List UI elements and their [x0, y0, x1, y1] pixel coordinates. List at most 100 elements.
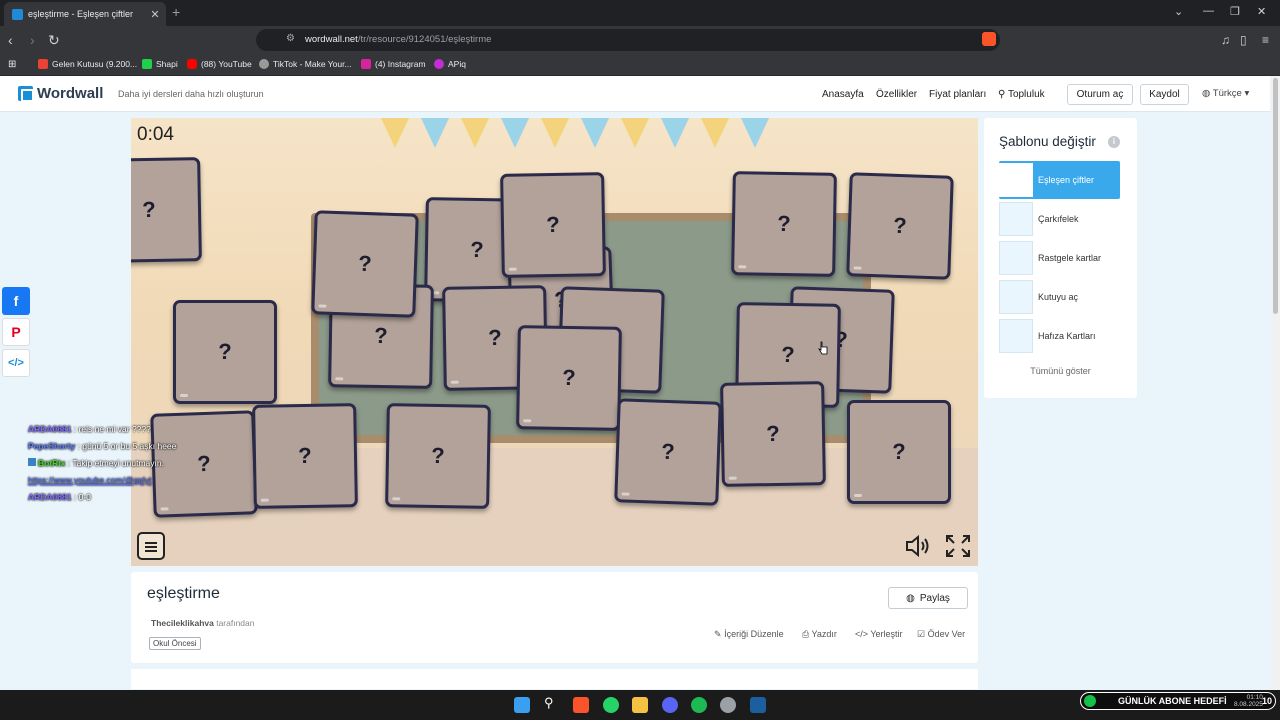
fullscreen-icon[interactable] — [945, 534, 971, 558]
template-panel: Şablonu değiştir i Eşleşen çiftler Çarkı… — [984, 118, 1137, 398]
tagline: Daha iyi dersleri daha hızlı oluşturun — [118, 89, 264, 99]
embed-share-icon[interactable]: </> — [2, 349, 30, 377]
instagram-icon — [361, 59, 371, 69]
memory-card[interactable]: ? — [847, 400, 951, 504]
pinterest-share-icon[interactable]: P — [2, 318, 30, 346]
browser-tab[interactable]: eşleştirme - Eşleşen çiftler ✕ — [4, 2, 166, 26]
template-open-box[interactable]: Kutuyu aç — [999, 278, 1120, 316]
reload-icon[interactable]: ↻ — [48, 32, 60, 48]
search-icon: ⚲ — [998, 89, 1006, 100]
register-button[interactable]: Kaydol — [1140, 84, 1189, 105]
memory-card[interactable]: ? — [731, 171, 837, 277]
activity-author: Thecileklikahva tarafından — [151, 618, 255, 628]
page-scrollbar[interactable] — [1271, 76, 1280, 690]
bookmark-youtube[interactable]: (88) YouTube — [187, 59, 252, 69]
back-icon[interactable]: ‹ — [8, 32, 13, 48]
whatsapp-icon[interactable] — [603, 697, 619, 713]
bunting-decoration — [381, 118, 801, 168]
bookmark-tiktok[interactable]: TikTok - Make Your... — [259, 59, 352, 69]
memory-card[interactable]: ? — [516, 325, 622, 431]
memory-card[interactable]: ? — [131, 157, 202, 263]
sidebar-icon[interactable]: ▯ — [1240, 33, 1247, 47]
memory-card[interactable]: ? — [385, 403, 491, 509]
nav-home[interactable]: Anasayfa — [822, 89, 864, 100]
activity-title: eşleştirme — [147, 585, 220, 602]
globe-icon: ◍ — [906, 592, 915, 604]
discord-icon[interactable] — [662, 697, 678, 713]
site-info-icon[interactable]: ⚙ — [286, 33, 295, 44]
memory-card[interactable]: ? — [173, 300, 277, 404]
language-select[interactable]: ◍ Türkçe ▾ — [1202, 88, 1249, 99]
template-wheel[interactable]: Çarkıfelek — [999, 200, 1120, 238]
category-tag[interactable]: Okul Öncesi — [149, 637, 201, 650]
template-matching-pairs[interactable]: Eşleşen çiftler — [999, 161, 1120, 199]
nav-pricing[interactable]: Fiyat planları — [929, 89, 986, 100]
sound-icon[interactable] — [905, 534, 931, 558]
windows-start-icon[interactable] — [514, 697, 530, 713]
gmail-icon — [38, 59, 48, 69]
globe-icon: ◍ — [1202, 88, 1211, 99]
caret-down-icon: ▾ — [1244, 88, 1250, 99]
hand-cursor-icon — [818, 341, 828, 355]
chat-link: https://www.youtube.com/@gplyt — [28, 475, 152, 485]
menu-icon[interactable]: ≡ — [1262, 33, 1269, 47]
game-menu-button[interactable] — [137, 532, 165, 560]
login-button[interactable]: Oturum aç — [1067, 84, 1133, 105]
pencil-icon: ✎ — [714, 629, 722, 639]
memory-card[interactable]: ? — [311, 210, 419, 318]
template-random-cards[interactable]: Rastgele kartlar — [999, 239, 1120, 277]
matching-pairs-icon — [999, 163, 1033, 197]
brave-shield-icon[interactable] — [982, 32, 996, 46]
brave-icon[interactable] — [573, 697, 589, 713]
memory-card[interactable]: ? — [720, 381, 826, 487]
url-bar[interactable]: ⚙ wordwall.net/tr/resource/9124051/eşleş… — [256, 29, 1000, 51]
memory-card[interactable]: ? — [846, 172, 954, 280]
maximize-icon[interactable]: ❐ — [1230, 5, 1240, 18]
memory-card[interactable]: ? — [500, 172, 606, 278]
game-area[interactable]: 0:04 ? ? ? ? ? ? ? ? ? ? ? ? ? ? ? ? ? ?… — [131, 118, 978, 566]
new-tab-button[interactable]: + — [172, 4, 180, 20]
bookmarks-bar: ⊞ Gelen Kutusu (9.200... Shapi (88) YouT… — [0, 54, 1280, 76]
bookmark-apiq[interactable]: APiq — [434, 59, 466, 69]
bookmark-gmail[interactable]: Gelen Kutusu (9.200... — [38, 59, 137, 69]
print-button[interactable]: ⎙ Yazdır — [802, 629, 837, 640]
panel-title: Şablonu değiştir — [999, 134, 1096, 149]
minimize-icon[interactable]: — — [1203, 5, 1214, 17]
shapi-icon — [142, 59, 152, 69]
bookmark-instagram[interactable]: (4) Instagram — [361, 59, 426, 69]
file-explorer-icon[interactable] — [632, 697, 648, 713]
apps-grid-icon[interactable]: ⊞ — [8, 59, 16, 70]
bookmark-shapi[interactable]: Shapi — [142, 59, 178, 69]
facebook-share-icon[interactable]: f — [2, 287, 30, 315]
memory-card[interactable]: ? — [614, 398, 722, 506]
game-timer: 0:04 — [137, 124, 174, 145]
apiq-icon — [434, 59, 444, 69]
settings-icon[interactable] — [720, 697, 736, 713]
media-icon[interactable]: ♫ — [1221, 33, 1230, 47]
embed-button[interactable]: </> Yerleştir — [855, 629, 903, 639]
tiktok-icon — [259, 59, 269, 69]
flash-cards-icon — [999, 319, 1033, 353]
steam-icon[interactable] — [750, 697, 766, 713]
forward-icon[interactable]: › — [30, 32, 35, 48]
close-window-icon[interactable]: ✕ — [1257, 5, 1266, 18]
nav-features[interactable]: Özellikler — [876, 89, 917, 100]
info-icon[interactable]: i — [1108, 136, 1120, 148]
spotify-icon[interactable] — [691, 697, 707, 713]
system-clock[interactable]: 01:10 8.08.2025 — [1234, 694, 1263, 708]
browser-tabbar: eşleştirme - Eşleşen çiftler ✕ + ⌄ — ❐ ✕ — [0, 0, 1280, 26]
template-flash-cards[interactable]: Hafıza Kartları — [999, 317, 1120, 355]
edit-content-button[interactable]: ✎ İçeriği Düzenle — [714, 629, 784, 640]
tab-search-chevron-icon[interactable]: ⌄ — [1174, 5, 1183, 18]
url-text[interactable]: wordwall.net/tr/resource/9124051/eşleşti… — [305, 34, 491, 45]
share-button[interactable]: ◍ Paylaş — [888, 587, 968, 609]
wordwall-logo[interactable]: Wordwall — [18, 85, 103, 102]
show-all-link[interactable]: Tümünü göster — [984, 366, 1137, 376]
memory-card[interactable]: ? — [252, 403, 358, 509]
nav-community[interactable]: ⚲ Topluluk — [998, 89, 1045, 100]
search-icon[interactable]: ⚲ — [544, 695, 560, 711]
random-cards-icon — [999, 241, 1033, 275]
assign-button[interactable]: ☑ Ödev Ver — [917, 629, 965, 640]
goal-indicator-icon — [1084, 695, 1096, 707]
close-tab-icon[interactable]: ✕ — [148, 8, 162, 21]
